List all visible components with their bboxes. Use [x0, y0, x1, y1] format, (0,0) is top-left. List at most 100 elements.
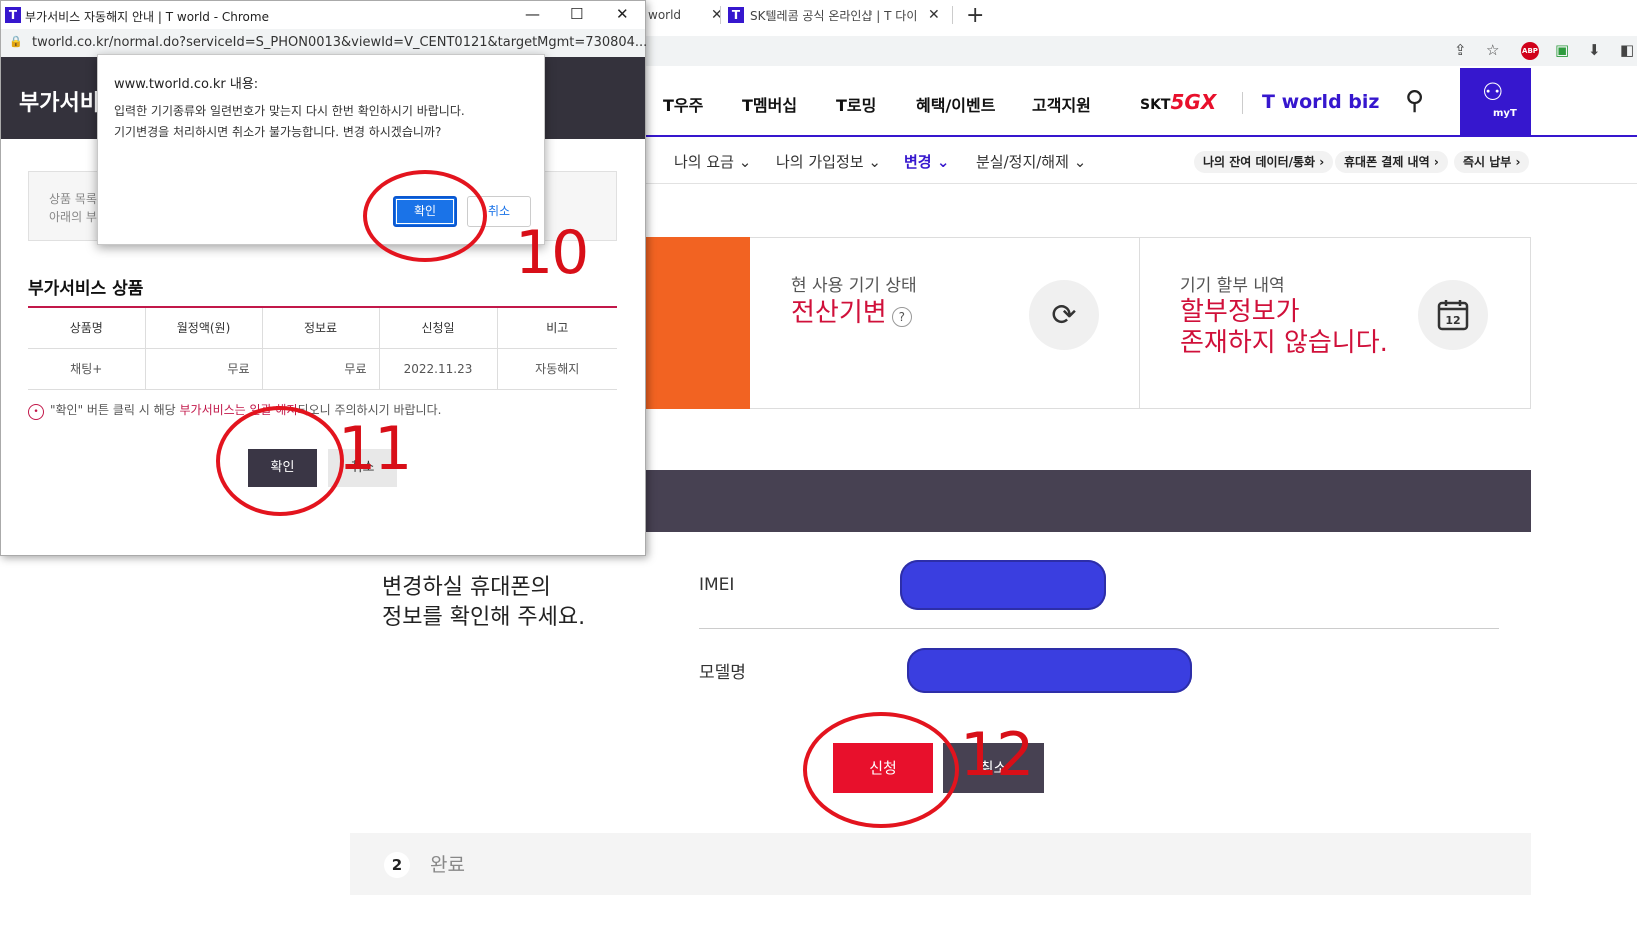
col-header: 상품명 — [28, 306, 146, 349]
nav-customer-support[interactable]: 고객지원 — [1032, 92, 1091, 116]
nav-benefits-events[interactable]: 혜택/이벤트 — [916, 92, 995, 116]
step-label: 완료 — [430, 854, 465, 876]
header-underline — [645, 135, 1637, 137]
chevron-down-icon: ⌄ — [738, 153, 752, 171]
subnav-lost-suspend[interactable]: 분실/정지/해제 ⌄ — [976, 151, 1086, 172]
step-1-bar — [645, 470, 1531, 532]
table-cell: 2022.11.23 — [379, 348, 498, 390]
popup-url-text: tworld.co.kr/normal.do?serviceId=S_PHON0… — [32, 35, 648, 50]
subnav-change[interactable]: 변경 ⌄ — [904, 151, 949, 172]
tworld-biz-link[interactable]: T world biz — [1262, 91, 1379, 113]
popup-confirm-button[interactable]: 확인 — [248, 449, 317, 487]
table-cell: 무료 — [145, 348, 263, 390]
subnav-my-fee[interactable]: 나의 요금 ⌄ — [674, 151, 751, 172]
device-status-label: 현 사용 기기 상태 — [791, 276, 917, 296]
change-guide-text: 변경하실 휴대폰의 정보를 확인해 주세요. — [382, 575, 586, 630]
table-row: 채팅+ 무료 무료 2022.11.23 자동해지 — [28, 348, 617, 390]
warning-highlight: 부가서비스는 일괄 해지 — [179, 403, 298, 417]
device-image-area — [645, 237, 750, 409]
refresh-icon[interactable]: ⟳ — [1029, 280, 1099, 350]
col-header: 신청일 — [379, 306, 498, 349]
subnav-my-subscription[interactable]: 나의 가입정보 ⌄ — [776, 151, 881, 172]
chevron-down-icon: ⌄ — [936, 153, 950, 171]
dialog-cancel-button[interactable]: 취소 — [467, 196, 531, 227]
user-icon: ⚇ — [1482, 78, 1504, 106]
table-cell: 채팅+ — [28, 348, 146, 390]
puzzle-icon[interactable]: ⬇ — [1588, 41, 1601, 59]
calendar-icon[interactable]: 12 — [1418, 280, 1488, 350]
section-title: 부가서비스 상품 — [28, 279, 144, 299]
nav-t-roaming[interactable]: T로밍 — [836, 92, 876, 116]
close-icon[interactable]: ✕ — [928, 7, 940, 23]
browser-tab[interactable]: world ✕ — [648, 0, 723, 30]
model-label: 모델명 — [699, 663, 746, 683]
notice-line-1: 상품 목록 — [49, 192, 97, 206]
header-separator — [1242, 92, 1243, 114]
field-divider — [699, 628, 1499, 629]
popup-window-title: 부가서비스 자동해지 안내 | T world - Chrome — [25, 10, 269, 24]
sidebar-icon[interactable]: ◧ — [1620, 41, 1634, 59]
notice-line-2: 아래의 부 — [49, 210, 97, 224]
popup-cancel-button[interactable]: 취소 — [328, 449, 397, 487]
dialog-origin: www.tworld.co.kr 내용: — [114, 77, 259, 92]
imei-label: IMEI — [699, 575, 735, 595]
myt-label: myT — [1493, 108, 1517, 119]
tab-separator — [952, 6, 953, 24]
dialog-message: 입력한 기기종류와 일련번호가 맞는지 다시 한번 확인하시기 바랍니다. 기기… — [114, 104, 465, 139]
addon-service-table: 상품명 월정액(원) 정보료 신청일 비고 채팅+ 무료 무료 2022.11.… — [28, 306, 617, 390]
nav-t-membership[interactable]: T멤버십 — [742, 92, 797, 116]
browser-tab[interactable]: T SK텔레콤 공식 온라인샵 | T 다이 ✕ — [728, 0, 940, 30]
myt-button[interactable]: ⚇ myT — [1460, 68, 1531, 136]
card-divider — [1139, 237, 1140, 409]
extension-icon[interactable]: ▣ — [1555, 41, 1569, 59]
installment-label: 기기 할부 내역 — [1180, 276, 1285, 296]
share-icon[interactable]: ⇪ — [1454, 41, 1467, 59]
dialog-ok-button[interactable]: 확인 — [393, 196, 457, 227]
calendar-svg: 12 — [1437, 300, 1469, 331]
adblock-icon[interactable]: ABP — [1521, 42, 1539, 60]
nav-t-universe[interactable]: T우주 — [663, 92, 703, 116]
subnav-divider — [645, 183, 1637, 184]
tab-title: SK텔레콤 공식 온라인샵 | T 다이 — [750, 8, 918, 23]
col-header: 월정액(원) — [145, 306, 263, 349]
calendar-day: 12 — [1445, 314, 1460, 327]
redacted-imei-scribble — [900, 560, 1106, 610]
quick-link-remaining-data[interactable]: 나의 잔여 데이터/통화 › — [1194, 151, 1334, 173]
search-icon[interactable]: ⚲ — [1405, 86, 1424, 116]
close-icon[interactable]: ✕ — [711, 7, 723, 23]
skt-5gx-logo[interactable]: SKT5GX — [1140, 90, 1216, 114]
cancel-button[interactable]: 취소 — [943, 743, 1044, 793]
table-cell: 무료 — [262, 348, 380, 390]
installment-value: 할부정보가 존재하지 않습니다. — [1180, 297, 1388, 358]
device-status-value-wrap: 전산기변 ? — [791, 298, 912, 329]
info-icon: • — [28, 404, 44, 420]
quick-link-phone-payment[interactable]: 휴대폰 결제 내역 › — [1335, 151, 1448, 173]
col-header: 정보료 — [262, 306, 380, 349]
warning-text: • "확인" 버튼 클릭 시 해당 부가서비스는 일괄 해지되오니 주의하시기 바… — [28, 401, 441, 420]
minimize-icon[interactable]: — — [525, 5, 540, 23]
confirm-dialog: www.tworld.co.kr 내용: 입력한 기기종류와 일련번호가 맞는지… — [97, 54, 545, 245]
apply-button[interactable]: 신청 — [833, 743, 933, 793]
chevron-down-icon: ⌄ — [868, 153, 881, 171]
new-tab-button[interactable]: + — [966, 3, 984, 28]
5gx-label: 5GX — [1170, 90, 1217, 114]
lock-icon: 🔒 — [9, 35, 23, 48]
help-icon[interactable]: ? — [891, 306, 912, 327]
redacted-model-scribble — [907, 648, 1192, 693]
table-cell: 자동해지 — [497, 348, 617, 390]
star-icon[interactable]: ☆ — [1486, 41, 1499, 59]
maximize-icon[interactable]: ☐ — [570, 5, 583, 23]
quick-link-instant-pay[interactable]: 즉시 납부 › — [1454, 151, 1530, 173]
popup-titlebar[interactable]: T 부가서비스 자동해지 안내 | T world - Chrome — ☐ ✕ — [1, 1, 645, 29]
popup-url-bar[interactable]: 🔒 tworld.co.kr/normal.do?serviceId=S_PHO… — [1, 29, 648, 57]
step-number: 2 — [384, 852, 410, 878]
tab-separator — [720, 6, 721, 24]
skt-label: SKT — [1140, 97, 1171, 113]
table-header-row: 상품명 월정액(원) 정보료 신청일 비고 — [28, 306, 617, 349]
tworld-logo-icon: T — [728, 7, 744, 23]
col-header: 비고 — [497, 306, 617, 349]
close-icon[interactable]: ✕ — [616, 5, 629, 23]
tab-title: world — [648, 8, 682, 22]
tworld-logo-icon: T — [5, 7, 21, 23]
popup-heading: 부가서비스 자동해지 안내 — [19, 91, 104, 116]
